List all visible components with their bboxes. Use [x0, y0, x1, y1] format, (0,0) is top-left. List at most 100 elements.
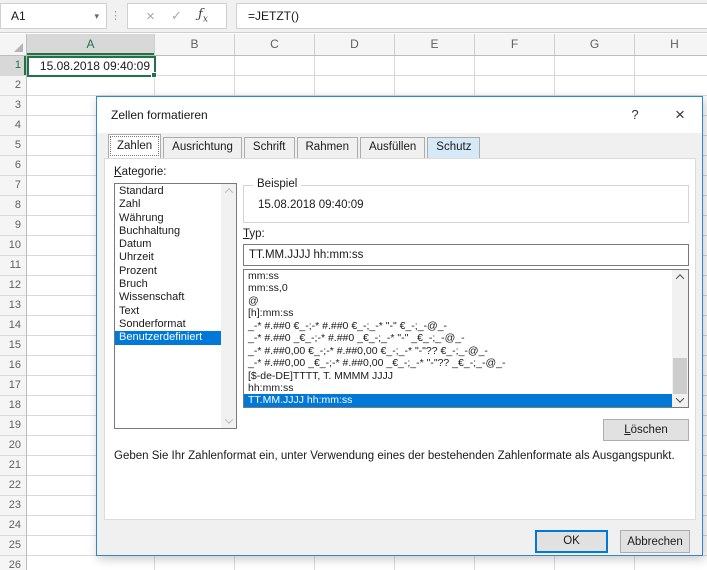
fill-handle[interactable]: [151, 72, 157, 78]
row-header-1[interactable]: 1: [0, 56, 26, 76]
formula-input[interactable]: [237, 4, 707, 28]
format-item[interactable]: [h]:mm:ss: [244, 307, 672, 319]
category-item-benutzerdefiniert[interactable]: Benutzerdefiniert: [115, 331, 221, 344]
column-header-E[interactable]: E: [395, 34, 475, 55]
active-cell-value: 15.08.2018 09:40:09: [40, 59, 150, 73]
row-header-3[interactable]: 3: [0, 96, 26, 116]
column-header-H[interactable]: H: [635, 34, 707, 55]
cancel-button[interactable]: Abbrechen: [620, 530, 690, 553]
tab-schrift[interactable]: Schrift: [244, 137, 295, 158]
row-header-20[interactable]: 20: [0, 436, 26, 456]
format-item[interactable]: mm:ss: [244, 270, 672, 282]
format-item[interactable]: _-* #.##0,00 _€_-;-* #.##0,00 _€_-;_-* "…: [244, 357, 672, 369]
row-header-23[interactable]: 23: [0, 496, 26, 516]
tab-zahlen[interactable]: Zahlen: [108, 134, 161, 158]
row-header-18[interactable]: 18: [0, 396, 26, 416]
row-headers: 1234567891011121314151617181920212223242…: [0, 56, 27, 570]
category-scrollbar[interactable]: [221, 184, 236, 428]
active-cell-a1[interactable]: 15.08.2018 09:40:09: [27, 56, 156, 77]
tab-rahmen[interactable]: Rahmen: [297, 137, 358, 158]
type-label: Typ:: [243, 228, 265, 240]
category-label: Kategorie:: [114, 166, 166, 178]
column-header-B[interactable]: B: [155, 34, 235, 55]
row-header-6[interactable]: 6: [0, 156, 26, 176]
delete-button[interactable]: Löschen: [603, 419, 689, 441]
dialog-close-icon[interactable]: ×: [669, 97, 691, 133]
format-listbox[interactable]: mm:ssmm:ss,0@[h]:mm:ss_-* #.##0 €_-;-* #…: [243, 269, 689, 408]
format-item[interactable]: mm:ss,0: [244, 282, 672, 294]
scroll-down-icon[interactable]: [221, 414, 236, 428]
category-item-zahl[interactable]: Zahl: [115, 198, 221, 211]
category-item-datum[interactable]: Datum: [115, 238, 221, 251]
name-box-dropdown-icon[interactable]: ▾: [94, 4, 99, 28]
column-header-C[interactable]: C: [235, 34, 315, 55]
row-header-22[interactable]: 22: [0, 476, 26, 496]
category-item-bruch[interactable]: Bruch: [115, 278, 221, 291]
column-header-D[interactable]: D: [315, 34, 395, 55]
format-scrollbar[interactable]: [672, 270, 688, 407]
category-item-wahrung[interactable]: Währung: [115, 212, 221, 225]
row-header-4[interactable]: 4: [0, 116, 26, 136]
row-header-24[interactable]: 24: [0, 516, 26, 536]
row-header-26[interactable]: 26: [0, 556, 26, 570]
confirm-entry-icon[interactable]: ✓: [171, 8, 182, 24]
format-item[interactable]: [$-de-DE]TTTT, T. MMMM JJJJ: [244, 370, 672, 382]
type-input-wrap: [243, 244, 689, 266]
category-item-uhrzeit[interactable]: Uhrzeit: [115, 251, 221, 264]
row-header-10[interactable]: 10: [0, 236, 26, 256]
scroll-up-icon[interactable]: [221, 184, 236, 198]
row-header-7[interactable]: 7: [0, 176, 26, 196]
cancel-entry-icon[interactable]: ×: [146, 8, 155, 25]
format-item[interactable]: _-* #.##0 _€_-;-* #.##0 _€_-;_-* "-" _€_…: [244, 332, 672, 344]
scroll-down-icon[interactable]: [672, 393, 688, 407]
insert-function-icon[interactable]: ƒx: [198, 7, 208, 25]
format-item[interactable]: _-* #.##0 €_-;-* #.##0 €_-;_-* "-" €_-;_…: [244, 320, 672, 332]
format-item[interactable]: hh:mm:ss: [244, 382, 672, 394]
category-item-wissenschaft[interactable]: Wissenschaft: [115, 291, 221, 304]
row-header-19[interactable]: 19: [0, 416, 26, 436]
row-header-11[interactable]: 11: [0, 256, 26, 276]
format-item[interactable]: _-* #.##0,00 €_-;-* #.##0,00 €_-;_-* "-"…: [244, 345, 672, 357]
tab-schutz[interactable]: Schutz: [427, 137, 480, 158]
scroll-up-icon[interactable]: [672, 270, 688, 284]
row-header-9[interactable]: 9: [0, 216, 26, 236]
dialog-title: Zellen formatieren: [111, 108, 208, 122]
format-cells-dialog: Zellen formatieren ? × ZahlenAusrichtung…: [96, 96, 703, 556]
example-groupbox: Beispiel 15.08.2018 09:40:09: [243, 185, 689, 223]
row-header-5[interactable]: 5: [0, 136, 26, 156]
select-all-triangle-icon: [14, 43, 23, 52]
row-header-14[interactable]: 14: [0, 316, 26, 336]
row-header-21[interactable]: 21: [0, 456, 26, 476]
row-header-2[interactable]: 2: [0, 76, 26, 96]
dialog-tabs: ZahlenAusrichtungSchriftRahmenAusfüllenS…: [108, 137, 482, 158]
category-listbox[interactable]: StandardZahlWährungBuchhaltungDatumUhrze…: [114, 183, 237, 429]
tab-ausrichtung[interactable]: Ausrichtung: [163, 137, 242, 158]
category-item-buchhaltung[interactable]: Buchhaltung: [115, 225, 221, 238]
select-all-corner[interactable]: [0, 34, 27, 56]
row-header-8[interactable]: 8: [0, 196, 26, 216]
format-item[interactable]: TT.MM.JJJJ hh:mm:ss: [244, 394, 672, 406]
dialog-titlebar[interactable]: Zellen formatieren ? ×: [97, 97, 702, 133]
type-input[interactable]: [244, 245, 688, 265]
row-header-17[interactable]: 17: [0, 376, 26, 396]
row-header-25[interactable]: 25: [0, 536, 26, 556]
column-header-G[interactable]: G: [555, 34, 635, 55]
formula-bar-grip-icon: ⋮: [110, 3, 121, 29]
category-item-text[interactable]: Text: [115, 305, 221, 318]
scrollbar-thumb[interactable]: [673, 358, 687, 394]
column-header-F[interactable]: F: [475, 34, 555, 55]
column-header-A[interactable]: A: [27, 34, 155, 55]
dialog-help-icon[interactable]: ?: [625, 97, 645, 133]
row-header-15[interactable]: 15: [0, 336, 26, 356]
category-item-prozent[interactable]: Prozent: [115, 265, 221, 278]
tab-ausfullen[interactable]: Ausfüllen: [360, 137, 425, 158]
category-item-sonderformat[interactable]: Sonderformat: [115, 318, 221, 331]
ok-button[interactable]: OK: [535, 530, 608, 553]
name-box[interactable]: A1 ▾: [0, 3, 107, 29]
row-header-12[interactable]: 12: [0, 276, 26, 296]
row-header-13[interactable]: 13: [0, 296, 26, 316]
format-item[interactable]: @: [244, 295, 672, 307]
row-header-16[interactable]: 16: [0, 356, 26, 376]
dialog-help-text: Geben Sie Ihr Zahlenformat ein, unter Ve…: [114, 450, 692, 462]
category-item-standard[interactable]: Standard: [115, 185, 221, 198]
